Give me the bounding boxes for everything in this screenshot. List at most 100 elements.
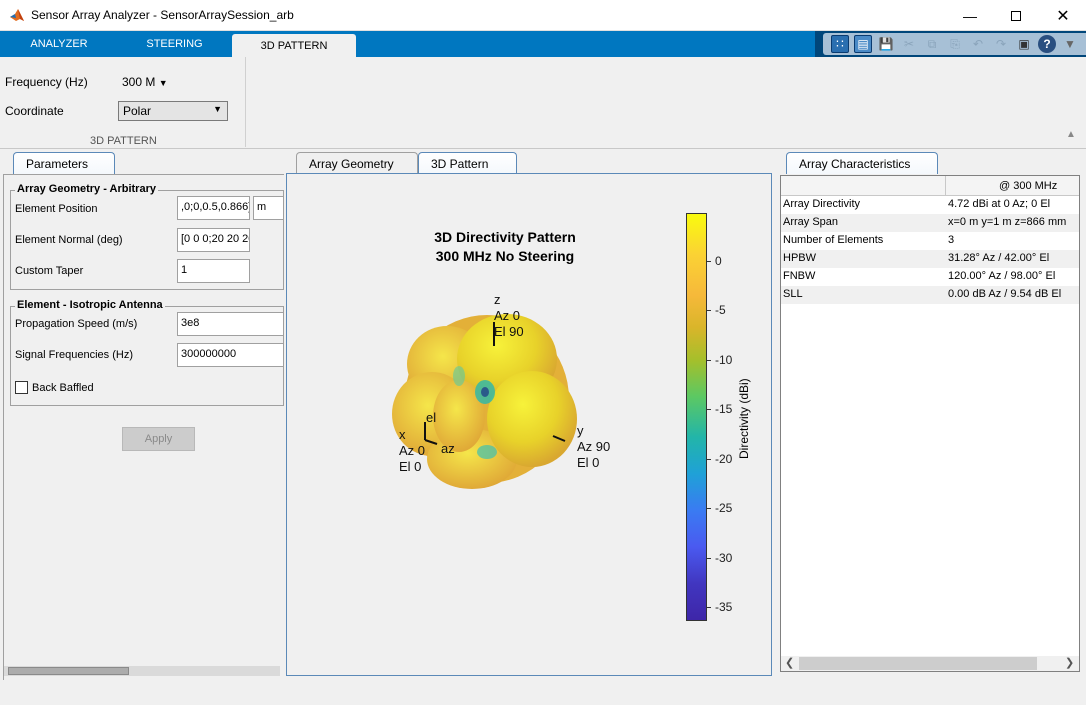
more-options-icon[interactable]: ▼: [1061, 35, 1079, 53]
colorbar-tick-label: -30: [715, 550, 733, 565]
colorbar-tick: [707, 409, 711, 411]
collapse-toolstrip-button[interactable]: ▲: [1066, 129, 1076, 140]
colorbar-tick-label: -20: [715, 451, 733, 466]
tab-analyzer[interactable]: ANALYZER: [0, 31, 118, 57]
help-icon[interactable]: ?: [1038, 35, 1056, 53]
characteristics-table: @ 300 MHz Array Directivity 4.72 dBi at 0…: [780, 175, 1080, 672]
plot-title-line2: 300 MHz No Steering: [435, 248, 575, 264]
colorbar-tick: [707, 458, 711, 460]
data-cursor-icon[interactable]: ∷: [831, 35, 849, 53]
element-position-input[interactable]: ,0;0,0.5,0.866]: [177, 196, 250, 220]
colorbar: 0 -5 -10 -15 -20 -25 -30 -35: [686, 213, 732, 621]
element-normal-input[interactable]: [0 0 0;20 20 20: [177, 228, 250, 252]
colorbar-tick-label: 0: [715, 253, 722, 268]
row-value: 0.00 dB Az / 9.54 dB El: [948, 288, 1062, 300]
table-row[interactable]: HPBW 31.28° Az / 42.00° El: [781, 250, 1079, 268]
scroll-right-icon[interactable]: ❯: [1065, 656, 1074, 669]
y-axis-az: Az 90: [577, 439, 611, 454]
x-axis-el: El 0: [399, 459, 422, 474]
coordinate-label: Coordinate: [5, 104, 64, 118]
back-baffled-checkbox[interactable]: [15, 381, 28, 394]
minimize-icon: —: [963, 7, 977, 24]
parameters-panel: Parameters Array Geometry - Arbitrary El…: [0, 150, 284, 680]
signal-frequencies-input[interactable]: 300000000: [177, 343, 284, 367]
frequency-dropdown[interactable]: 300 M ▼: [122, 75, 168, 89]
propagation-speed-label: Propagation Speed (m/s): [15, 318, 138, 330]
tile-windows-icon[interactable]: ▣: [1015, 35, 1033, 53]
custom-taper-input[interactable]: 1: [177, 259, 250, 283]
signal-frequencies-label: Signal Frequencies (Hz): [15, 349, 133, 361]
row-value: 3: [948, 234, 955, 246]
scroll-left-icon[interactable]: ❮: [785, 656, 794, 669]
element-position-unit[interactable]: m: [253, 196, 284, 220]
propagation-speed-input[interactable]: 3e8: [177, 312, 284, 336]
el-label: el: [426, 410, 437, 425]
maximize-icon: [1011, 10, 1021, 21]
y-axis-el: El 0: [577, 455, 600, 470]
element-normal-label: Element Normal (deg): [15, 234, 123, 246]
tab-3d-pattern[interactable]: 3D PATTERN: [232, 34, 356, 57]
plot-title: 3D Directivity Pattern 300 MHz No Steeri…: [405, 228, 605, 266]
row-value: 31.28° Az / 42.00° El: [948, 252, 1050, 264]
cut-icon[interactable]: ✂: [900, 35, 918, 53]
tab-array-characteristics[interactable]: Array Characteristics: [786, 152, 938, 174]
table-scrollbar-thumb[interactable]: [799, 657, 1037, 670]
plot-area: 3D Directivity Pattern 300 MHz No Steeri…: [286, 173, 772, 676]
table-row[interactable]: FNBW 120.00° Az / 98.00° El: [781, 268, 1079, 286]
toolstrip: Frequency (Hz) 300 M ▼ Coordinate Polar …: [0, 57, 1086, 149]
colorbar-tick-label: -25: [715, 501, 733, 516]
plot-title-line1: 3D Directivity Pattern: [434, 229, 576, 245]
element-position-label: Element Position: [15, 203, 98, 215]
copy-icon[interactable]: ⧉: [923, 35, 941, 53]
table-row[interactable]: SLL 0.00 dB Az / 9.54 dB El: [781, 286, 1079, 304]
paste-icon[interactable]: ⎘: [946, 35, 964, 53]
quick-access-toolbar: ∷ ▤ 💾 ✂ ⧉ ⎘ ↶ ↷ ▣ ? ▼: [815, 31, 1086, 57]
colorbar-tick: [707, 310, 711, 312]
z-axis-el: El 90: [494, 324, 524, 339]
figure-icon[interactable]: ▤: [854, 35, 872, 53]
window-title: Sensor Array Analyzer - SensorArraySessi…: [31, 8, 294, 22]
row-name: FNBW: [783, 270, 816, 282]
element-legend: Element - Isotropic Antenna: [15, 299, 165, 311]
coordinate-select[interactable]: Polar ▼: [118, 101, 228, 121]
colorbar-tick: [707, 607, 711, 609]
z-axis-label: z Az 0 El 90: [494, 292, 524, 340]
colorbar-tick-label: -15: [715, 402, 733, 417]
row-value: 4.72 dBi at 0 Az; 0 El: [948, 198, 1051, 210]
colorbar-tick-label: -35: [715, 600, 733, 615]
custom-taper-label: Custom Taper: [15, 265, 84, 277]
save-icon[interactable]: 💾: [877, 35, 895, 53]
tab-steering[interactable]: STEERING: [118, 31, 231, 57]
close-button[interactable]: ✕: [1040, 0, 1086, 31]
section-divider: [245, 57, 246, 147]
apply-button[interactable]: Apply: [122, 427, 195, 451]
matlab-logo-icon: [10, 9, 24, 21]
title-bar: Sensor Array Analyzer - SensorArraySessi…: [0, 0, 1086, 31]
az-label: az: [441, 441, 455, 456]
frequency-label: Frequency (Hz): [5, 75, 88, 89]
tab-3d-pattern-view[interactable]: 3D Pattern: [418, 152, 517, 174]
table-row[interactable]: Array Span x=0 m y=1 m z=866 mm: [781, 214, 1079, 232]
redo-icon[interactable]: ↷: [992, 35, 1010, 53]
tab-parameters[interactable]: Parameters: [13, 152, 115, 174]
row-name: SLL: [783, 288, 803, 300]
colorbar-title: Directivity (dBi): [737, 378, 751, 459]
row-value: 120.00° Az / 98.00° El: [948, 270, 1056, 282]
minimize-button[interactable]: —: [947, 0, 993, 31]
table-horizontal-scrollbar[interactable]: ❮ ❯: [781, 656, 1079, 671]
undo-icon[interactable]: ↶: [969, 35, 987, 53]
table-row[interactable]: Array Directivity 4.72 dBi at 0 Az; 0 El: [781, 196, 1079, 214]
table-row[interactable]: Number of Elements 3: [781, 232, 1079, 250]
colorbar-tick-label: -10: [715, 352, 733, 367]
colorbar-tick: [707, 260, 711, 262]
back-baffled-label: Back Baffled: [32, 382, 94, 394]
x-axis-az: Az 0: [399, 443, 426, 458]
array-geometry-legend: Array Geometry - Arbitrary: [15, 183, 158, 195]
chevron-down-icon: ▼: [213, 104, 222, 114]
maximize-button[interactable]: [993, 0, 1039, 31]
scrollbar-thumb[interactable]: [8, 667, 129, 675]
horizontal-scrollbar[interactable]: [4, 666, 280, 676]
tab-array-geometry[interactable]: Array Geometry: [296, 152, 418, 174]
row-name: HPBW: [783, 252, 816, 264]
collapse-icon: ▲: [1066, 129, 1076, 140]
